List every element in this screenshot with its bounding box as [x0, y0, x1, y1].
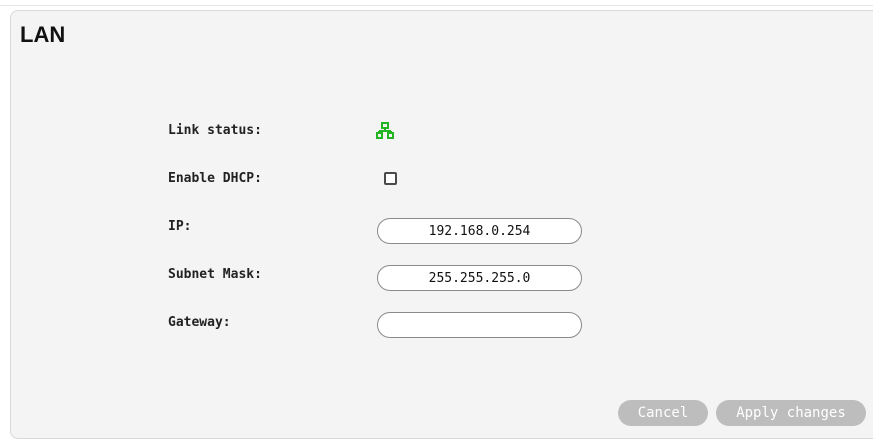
ip-label: IP: — [168, 219, 192, 234]
enable-dhcp-checkbox[interactable] — [384, 172, 397, 185]
page-title: LAN — [20, 22, 66, 47]
gateway-label: Gateway: — [168, 315, 231, 330]
cancel-button[interactable]: Cancel — [618, 400, 708, 426]
apply-changes-button[interactable]: Apply changes — [716, 400, 866, 426]
link-status-label: Link status: — [168, 123, 262, 138]
gateway-input[interactable] — [377, 312, 582, 338]
network-connected-icon — [376, 122, 394, 140]
top-divider — [0, 5, 873, 6]
subnet-mask-input[interactable] — [377, 265, 582, 291]
subnet-mask-label: Subnet Mask: — [168, 267, 262, 282]
ip-input[interactable] — [377, 218, 582, 244]
enable-dhcp-label: Enable DHCP: — [168, 171, 262, 186]
